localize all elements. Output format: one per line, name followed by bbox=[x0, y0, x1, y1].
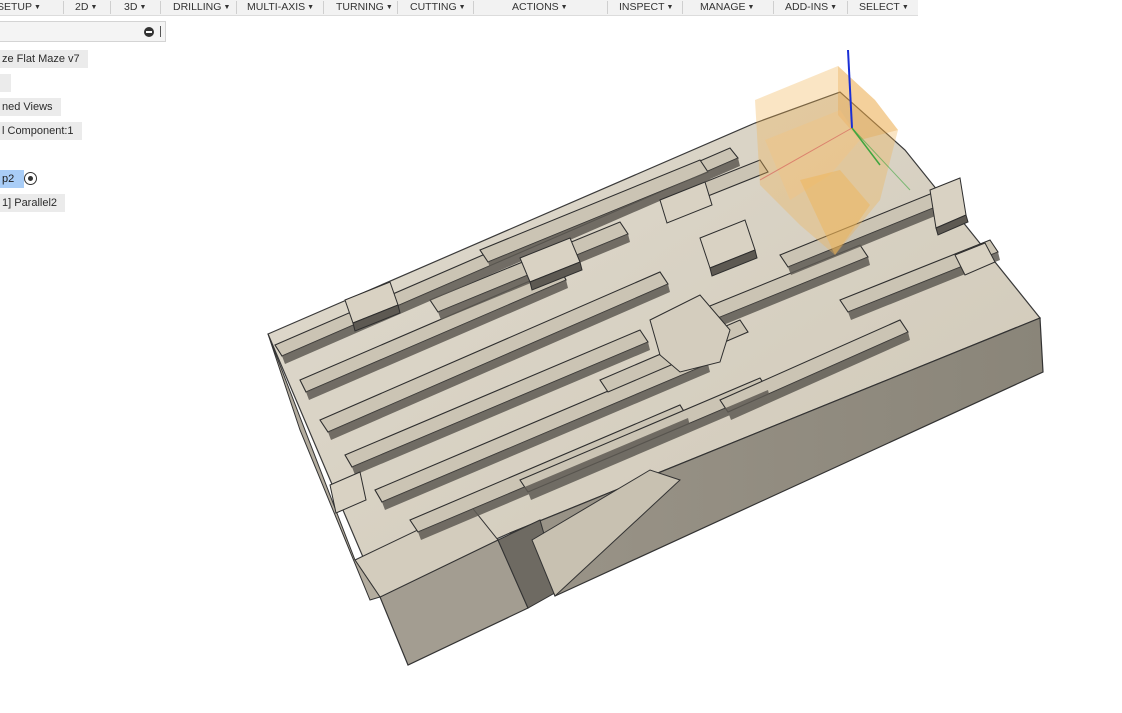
toolbar-divider bbox=[160, 1, 161, 14]
toolbar-divider bbox=[607, 1, 608, 14]
caret-down-icon: ▼ bbox=[901, 4, 909, 11]
select-menu[interactable]: SELECT ▼ bbox=[859, 0, 909, 15]
browser-search-input[interactable] bbox=[0, 22, 143, 43]
cutting-menu[interactable]: CUTTING ▼ bbox=[410, 0, 466, 15]
select-label: SELECT bbox=[859, 1, 900, 13]
component-label: l Component:1 bbox=[2, 125, 74, 137]
toolbar-divider bbox=[236, 1, 237, 14]
manage-menu[interactable]: MANAGE ▼ bbox=[700, 0, 754, 15]
caret-down-icon: ▼ bbox=[223, 4, 231, 11]
toolbar-divider bbox=[682, 1, 683, 14]
setup-label: SETUP bbox=[0, 1, 33, 13]
text-cursor bbox=[160, 26, 161, 37]
manage-label: MANAGE bbox=[700, 1, 746, 13]
toolbar-divider bbox=[847, 1, 848, 14]
drilling-label: DRILLING bbox=[173, 1, 222, 13]
target-icon[interactable] bbox=[24, 172, 37, 185]
browser-node-blank[interactable] bbox=[0, 74, 11, 92]
turning-label: TURNING bbox=[336, 1, 384, 13]
toolbar-divider bbox=[473, 1, 474, 14]
turning-menu[interactable]: TURNING ▼ bbox=[336, 0, 393, 15]
actions-label: ACTIONS bbox=[512, 1, 559, 13]
cutting-label: CUTTING bbox=[410, 1, 457, 13]
2d-label: 2D bbox=[75, 1, 89, 13]
browser-node-component[interactable]: l Component:1 bbox=[0, 122, 82, 140]
2d-menu[interactable]: 2D ▼ bbox=[75, 0, 97, 15]
setup-menu[interactable]: SETUP ▼ bbox=[0, 0, 41, 15]
named-views-label: ned Views bbox=[2, 101, 53, 113]
toolbar-divider bbox=[323, 1, 324, 14]
toolbar-divider bbox=[397, 1, 398, 14]
caret-down-icon: ▼ bbox=[90, 4, 98, 11]
caret-down-icon: ▼ bbox=[830, 4, 838, 11]
add-ins-label: ADD-INS bbox=[785, 1, 829, 13]
clear-search-icon[interactable] bbox=[144, 27, 154, 37]
graphics-viewport[interactable] bbox=[0, 0, 1122, 710]
toolbar-divider bbox=[63, 1, 64, 14]
workspace-toolbar: SETUP ▼ 2D ▼ 3D ▼ DRILLING ▼ MULTI-AXIS ▼ TUR… bbox=[0, 0, 918, 16]
multi-axis-menu[interactable]: MULTI-AXIS ▼ bbox=[247, 0, 314, 15]
inspect-menu[interactable]: INSPECT ▼ bbox=[619, 0, 673, 15]
operation-label: 1] Parallel2 bbox=[2, 197, 58, 209]
caret-down-icon: ▼ bbox=[458, 4, 466, 11]
maze-model-view[interactable] bbox=[0, 0, 1122, 710]
caret-down-icon: ▼ bbox=[560, 4, 568, 11]
browser-search bbox=[0, 21, 166, 43]
3d-menu[interactable]: 3D ▼ bbox=[124, 0, 146, 15]
browser-node-named-views[interactable]: ned Views bbox=[0, 98, 61, 116]
caret-down-icon: ▼ bbox=[139, 4, 147, 11]
browser-node-setup[interactable]: p2 bbox=[0, 170, 25, 188]
caret-down-icon: ▼ bbox=[385, 4, 393, 11]
browser-node-operation[interactable]: 1] Parallel2 bbox=[0, 194, 66, 212]
actions-menu[interactable]: ACTIONS ▼ bbox=[512, 0, 568, 15]
caret-down-icon: ▼ bbox=[34, 4, 41, 11]
toolbar-divider bbox=[773, 1, 774, 14]
inspect-label: INSPECT bbox=[619, 1, 665, 13]
caret-down-icon: ▼ bbox=[666, 4, 674, 11]
setup-node-label: p2 bbox=[2, 173, 15, 185]
multi-axis-label: MULTI-AXIS bbox=[247, 1, 306, 13]
caret-down-icon: ▼ bbox=[747, 4, 755, 11]
drilling-menu[interactable]: DRILLING ▼ bbox=[173, 0, 230, 15]
browser-node-document[interactable]: ze Flat Maze v7 bbox=[0, 50, 88, 68]
add-ins-menu[interactable]: ADD-INS ▼ bbox=[785, 0, 837, 15]
document-label: ze Flat Maze v7 bbox=[2, 53, 80, 65]
toolbar-divider bbox=[110, 1, 111, 14]
caret-down-icon: ▼ bbox=[307, 4, 315, 11]
3d-label: 3D bbox=[124, 1, 138, 13]
